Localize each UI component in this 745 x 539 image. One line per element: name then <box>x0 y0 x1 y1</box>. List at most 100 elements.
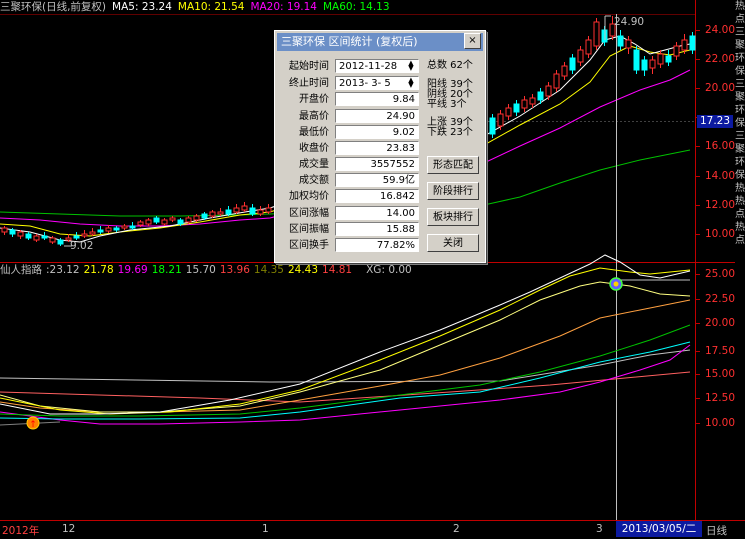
candle-body <box>641 59 648 71</box>
candle-body <box>137 221 144 226</box>
close-button[interactable]: 关闭 <box>427 234 479 252</box>
candle-body <box>649 59 656 69</box>
candle-body <box>57 239 64 245</box>
xg-value: XG: 0.00 <box>366 264 412 276</box>
candle-body <box>233 207 240 213</box>
indicator-value: 19.69 <box>117 264 148 276</box>
range-amplitude-value: 15.88 (176.05%) <box>335 222 419 249</box>
flat-count: 平线 3个 <box>427 99 467 110</box>
candle-body <box>1 227 8 233</box>
candle-body <box>217 211 224 215</box>
candle-body <box>105 227 112 232</box>
indicator-tick: 20.00 <box>704 317 735 329</box>
low-price-value: 9.02 <box>335 125 419 139</box>
indicator-tick: 25.00 <box>704 268 735 280</box>
date-tick: 2 <box>453 523 460 535</box>
volume-value: 3557552 <box>335 157 419 171</box>
pattern-match-button[interactable]: 形态匹配 <box>427 156 479 174</box>
candle-body <box>505 107 512 117</box>
candle-body <box>497 113 504 127</box>
date-tick: 1 <box>262 523 269 535</box>
indicator-name: 仙人指路 <box>0 264 42 276</box>
indicator-value: 23.12 <box>49 264 80 276</box>
close-icon[interactable]: × <box>464 33 481 49</box>
ma20-value: MA20: 19.14 <box>250 1 317 13</box>
price-tick: 20.00 <box>704 82 735 94</box>
stage-ranking-button[interactable]: 阶段排行 <box>427 182 479 200</box>
indicator-value: 18.21 <box>151 264 182 276</box>
candle-body <box>561 65 568 77</box>
stat-label: 开盘价 <box>299 94 329 105</box>
indicator-legend: 仙人指路:23.12 21.78 19.69 18.21 15.70 13.96 14.35… <box>0 264 412 276</box>
indicator-value: 21.78 <box>83 264 114 276</box>
indicator-tick: 12.50 <box>704 392 735 404</box>
candle-body <box>265 207 272 213</box>
start-time-label: 起始时间 <box>289 61 329 72</box>
high-price-value: 24.90 <box>335 109 419 123</box>
range-gain-value: 14.00 (142.42%) <box>335 206 419 233</box>
spinner-icon[interactable]: ▲ ▼ <box>406 77 416 89</box>
candle-body <box>49 237 56 243</box>
candle-body <box>113 227 120 231</box>
start-date-field[interactable]: 2012-11-28 ▲ ▼ <box>335 59 419 73</box>
candle-body <box>89 231 96 235</box>
ma10-value: MA10: 21.54 <box>177 1 245 13</box>
candle-body <box>593 21 600 47</box>
stat-label: 区间换手 <box>289 240 329 251</box>
price-tick: 22.00 <box>704 53 735 65</box>
candle-body <box>241 205 248 211</box>
candle-body <box>521 99 528 109</box>
price-tick: 12.00 <box>704 199 735 211</box>
indicator-value: 14.35 <box>253 264 284 276</box>
candle-body <box>129 225 136 229</box>
candle-body <box>489 117 496 135</box>
turnover-amount-value: 59.9亿 <box>335 173 419 187</box>
candle-body <box>17 231 24 237</box>
low-price-label: 9.02 <box>70 240 94 252</box>
total-count: 总数 62个 <box>427 60 473 71</box>
candle-body <box>657 53 664 65</box>
weighted-avg-value: 16.842 <box>335 189 419 203</box>
candle-body <box>529 97 536 105</box>
candle-body <box>121 225 128 229</box>
candle-body <box>41 235 48 239</box>
start-date-value: 2012-11-28 <box>339 61 398 72</box>
period-tab[interactable]: 日线 <box>706 523 727 538</box>
date-tick: 3 <box>596 523 603 535</box>
price-tick: 14.00 <box>704 170 735 182</box>
side-info-strip[interactable]: 热点三聚环保三聚环保三聚环保热热点热点 <box>735 0 745 520</box>
candle-body <box>569 57 576 71</box>
indicator-tick: 22.50 <box>704 293 735 305</box>
stat-label: 收盘价 <box>299 143 329 154</box>
current-price-badge: 17.23 <box>697 115 733 128</box>
candle-body <box>257 209 264 215</box>
candle-body <box>513 103 520 113</box>
indicator-tick: 10.00 <box>704 417 735 429</box>
sector-ranking-button[interactable]: 板块排行 <box>427 208 479 226</box>
candle-body <box>25 233 32 239</box>
end-date-field[interactable]: 2013- 3- 5 ▲ ▼ <box>335 76 419 90</box>
price-tick: 24.00 <box>704 24 735 36</box>
turnover-rate-value: 77.82% <box>335 238 419 252</box>
candle-body <box>537 91 544 101</box>
indicator-value: 14.81 <box>322 264 353 276</box>
candle-body <box>33 235 40 241</box>
dialog-title[interactable]: 三聚环保 区间统计 (复权后) <box>277 33 483 51</box>
indicator-tick: 17.50 <box>704 345 735 357</box>
open-price-value: 9.84 <box>335 92 419 106</box>
candle-body <box>161 219 168 225</box>
candle-body <box>249 207 256 215</box>
ma60-value: MA60: 14.13 <box>322 1 390 13</box>
candle-body <box>177 219 184 225</box>
candle-body <box>545 85 552 97</box>
candle-body <box>185 217 192 223</box>
stat-label: 成交额 <box>299 175 329 186</box>
candle-body <box>97 229 104 233</box>
spinner-icon[interactable]: ▲ ▼ <box>406 60 416 72</box>
stat-label: 最高价 <box>299 111 329 122</box>
stat-label: 最低价 <box>299 127 329 138</box>
end-date-value: 2013- 3- 5 <box>339 78 391 89</box>
candle-body <box>625 39 632 49</box>
candle-body <box>577 49 584 63</box>
candle-body <box>145 219 152 225</box>
